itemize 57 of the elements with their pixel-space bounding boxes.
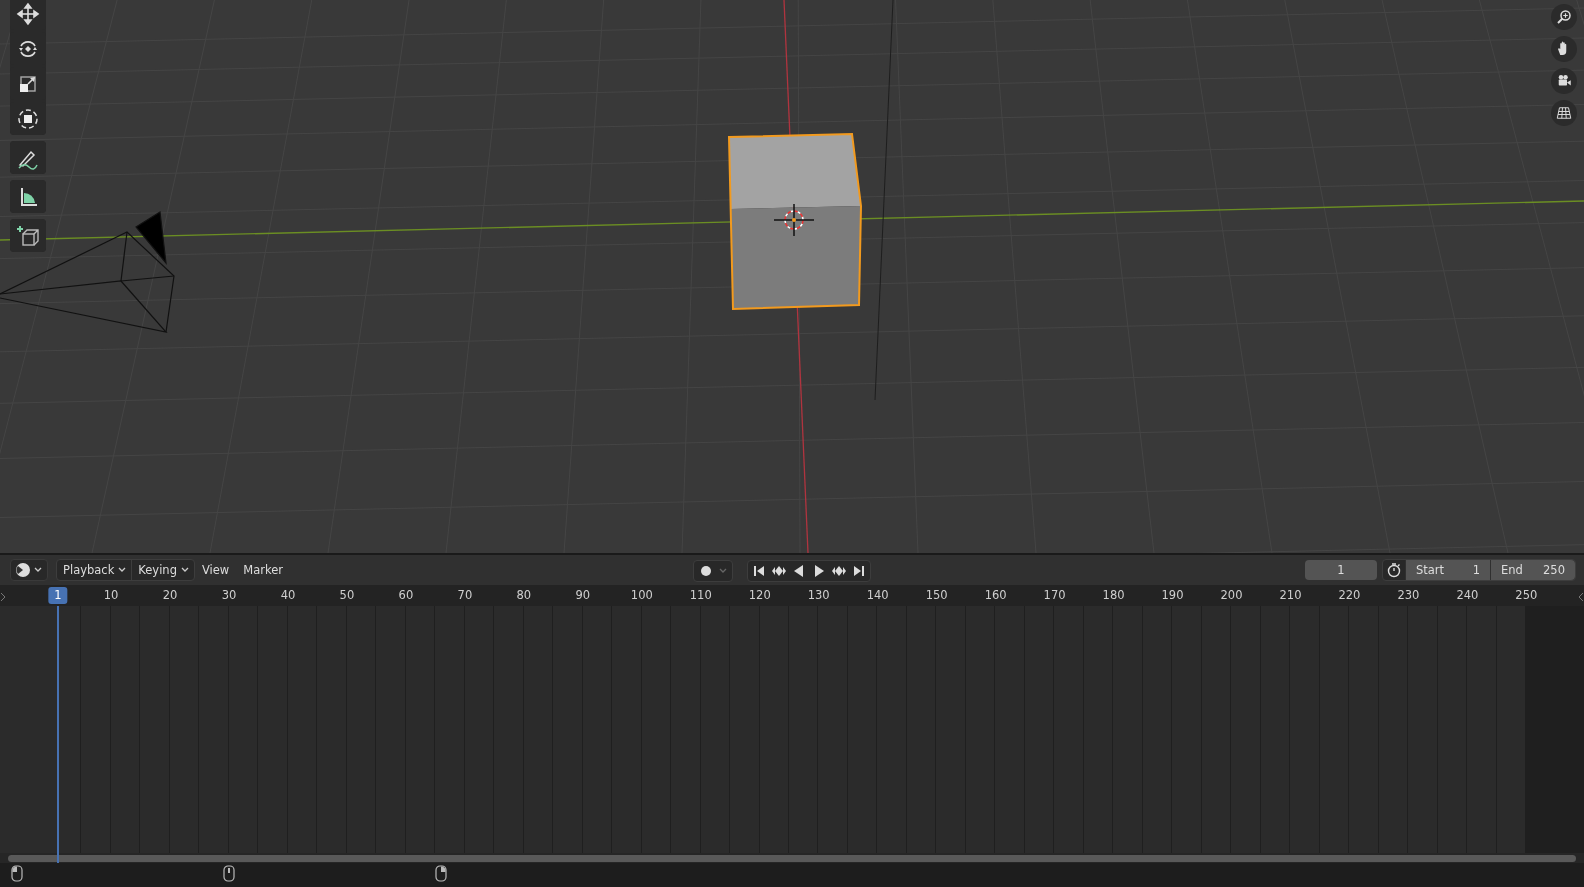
- frame-number: 140: [865, 588, 890, 603]
- frame-number: 120: [747, 588, 772, 603]
- frame-number: 60: [397, 588, 415, 603]
- frame-number: 50: [338, 588, 356, 603]
- frame-number: 100: [629, 588, 654, 603]
- stopwatch-icon: [1386, 562, 1402, 578]
- record-icon: [698, 563, 714, 579]
- move-icon: [16, 1, 40, 26]
- frame-number: 20: [161, 588, 179, 603]
- frame-number: 70: [456, 588, 474, 603]
- add-cube-icon: [16, 223, 40, 248]
- frame-number: 180: [1101, 588, 1126, 603]
- view-button[interactable]: [1551, 68, 1577, 94]
- frame-number: 200: [1219, 588, 1244, 603]
- frame-number: 130: [806, 588, 831, 603]
- frame-number: 170: [1042, 588, 1067, 603]
- frame-number: 210: [1278, 588, 1303, 603]
- end-frame-field[interactable]: End 250: [1490, 560, 1575, 580]
- menu-item[interactable]: View: [194, 563, 237, 577]
- frame-number: 190: [1160, 588, 1185, 603]
- mouse-left-icon: [10, 865, 24, 882]
- editor-type-button[interactable]: [10, 559, 48, 581]
- dropdown-button[interactable]: Playback: [57, 560, 133, 580]
- frame-number: 110: [688, 588, 713, 603]
- grid-icon: [1555, 104, 1573, 122]
- frame-number: 90: [574, 588, 592, 603]
- dropdown-button[interactable]: Keying: [132, 560, 194, 580]
- tool-button[interactable]: [10, 219, 46, 252]
- view-button[interactable]: [1551, 36, 1577, 62]
- start-frame-field[interactable]: Start 1: [1405, 560, 1490, 580]
- tool-button[interactable]: [10, 180, 46, 213]
- mouse-middle-icon: [222, 865, 236, 882]
- current-frame-field[interactable]: 1: [1305, 560, 1377, 580]
- frame-number: 220: [1337, 588, 1362, 603]
- frame-number: 30: [220, 588, 238, 603]
- current-frame-indicator[interactable]: 1: [48, 587, 68, 604]
- scrollbar[interactable]: [8, 854, 1576, 862]
- frame-number: 250: [1514, 588, 1539, 603]
- menu-item[interactable]: Marker: [236, 563, 290, 577]
- view-button[interactable]: [1551, 100, 1577, 126]
- jump-start-icon[interactable]: [751, 563, 767, 579]
- mouse-right-icon: [434, 865, 448, 882]
- frame-number: 10: [102, 588, 120, 603]
- clock-icon: [15, 562, 31, 578]
- frame-number: 40: [279, 588, 297, 603]
- frame-number: 160: [983, 588, 1008, 603]
- view-button[interactable]: [1551, 4, 1577, 30]
- jump-end-icon[interactable]: [851, 563, 867, 579]
- frame-number: 150: [924, 588, 949, 603]
- 3d-cursor-icon: [773, 203, 815, 237]
- transform-icon: [16, 106, 40, 131]
- tool-button[interactable]: [10, 141, 46, 174]
- zoom-icon: [1555, 8, 1573, 26]
- frame-number: 80: [515, 588, 533, 603]
- frame-number: 230: [1396, 588, 1421, 603]
- frame-number: 240: [1455, 588, 1480, 603]
- auto-keying-button[interactable]: [693, 560, 733, 582]
